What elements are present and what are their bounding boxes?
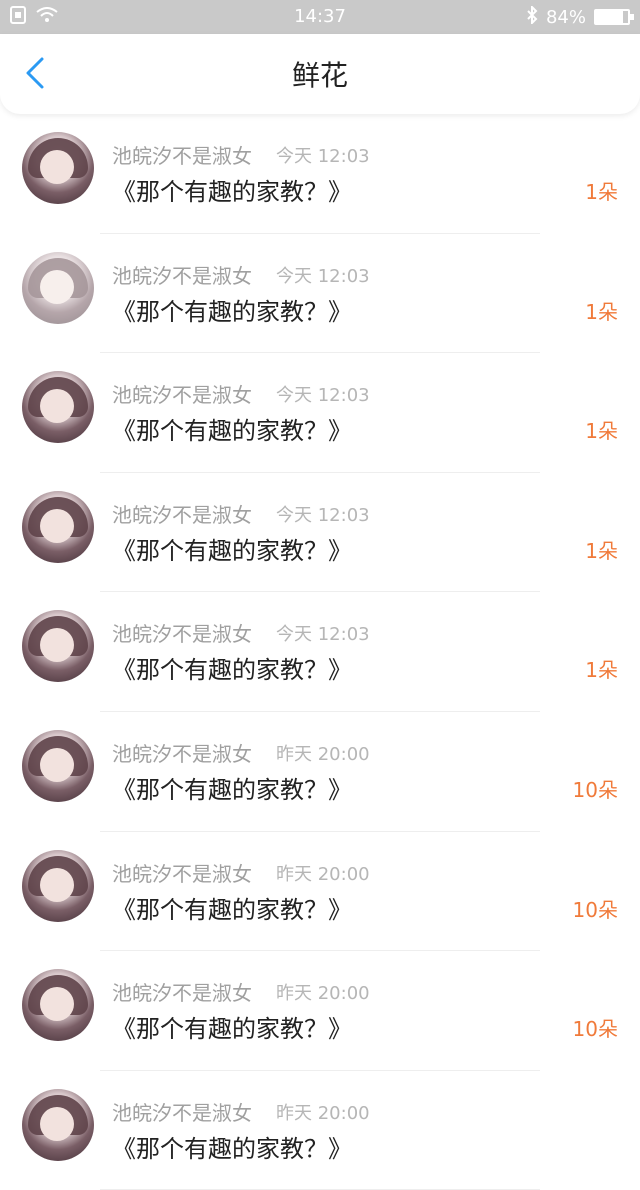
flower-count: 10朵 (572, 897, 618, 922)
send-time: 今天 12:03 (276, 146, 370, 167)
book-title: 《那个有趣的家教？》 (112, 1134, 352, 1163)
sender-name: 池皖汐不是淑女 (112, 144, 252, 168)
send-time: 今天 12:03 (276, 624, 370, 646)
list-item[interactable]: 池皖汐不是淑女 昨天 20:00 《那个有趣的家教？》 (0, 1071, 640, 1190)
sender-name: 池皖汐不是淑女 (112, 861, 252, 886)
avatar[interactable] (22, 132, 94, 204)
flower-count: 1朵 (585, 180, 618, 204)
book-title: 《那个有趣的家教？》 (112, 775, 352, 804)
page-title: 鲜花 (291, 59, 348, 92)
flower-count: 1朵 (585, 419, 618, 444)
flower-count: 1朵 (585, 658, 618, 683)
book-title: 《那个有趣的家教？》 (112, 895, 352, 924)
list-item[interactable]: 池皖汐不是淑女 昨天 20:00 《那个有趣的家教？》 10朵 (0, 951, 640, 1071)
list-item[interactable]: 池皖汐不是淑女 昨天 20:00 《那个有趣的家教？》 10朵 (0, 832, 640, 952)
avatar[interactable] (22, 729, 94, 802)
sender-name: 池皖汐不是淑女 (112, 981, 252, 1006)
status-bar: 14:37 84% (0, 0, 640, 34)
book-title: 《那个有趣的家教？》 (112, 1015, 352, 1044)
flower-count: 1朵 (585, 299, 618, 324)
send-time: 今天 12:03 (276, 385, 370, 407)
battery-level (596, 11, 623, 23)
back-button[interactable] (18, 56, 52, 94)
send-time: 昨天 20:00 (276, 983, 370, 1005)
avatar[interactable] (22, 610, 94, 683)
avatar[interactable] (22, 1088, 94, 1161)
avatar[interactable] (22, 251, 94, 324)
navigation-bar: 鲜花 (0, 34, 640, 114)
send-time: 今天 12:03 (276, 504, 370, 526)
list-item[interactable]: 池皖汐不是淑女 昨天 20:00 《那个有趣的家教？》 10朵 (0, 712, 640, 832)
battery-icon (594, 9, 634, 25)
book-title: 《那个有趣的家教？》 (112, 417, 352, 446)
avatar[interactable] (22, 490, 94, 563)
send-time: 今天 12:03 (276, 265, 370, 287)
send-time: 昨天 20:00 (276, 743, 370, 765)
avatar[interactable] (22, 969, 94, 1042)
flower-record-list[interactable]: 池皖汐不是淑女 今天 12:03 《那个有趣的家教？》 1朵 池皖汐不是淑女 今… (0, 114, 640, 1190)
book-title: 《那个有趣的家教？》 (112, 656, 352, 685)
flower-count: 10朵 (572, 1017, 618, 1042)
status-time: 14:37 (294, 6, 346, 27)
list-item[interactable]: 池皖汐不是淑女 今天 12:03 《那个有趣的家教？》 1朵 (0, 592, 640, 712)
sender-name: 池皖汐不是淑女 (112, 383, 252, 408)
sender-name: 池皖汐不是淑女 (112, 502, 252, 527)
sender-name: 池皖汐不是淑女 (112, 1100, 252, 1125)
book-title: 《那个有趣的家教？》 (112, 178, 352, 206)
list-item[interactable]: 池皖汐不是淑女 今天 12:03 《那个有趣的家教？》 1朵 (0, 234, 640, 354)
flower-count: 1朵 (585, 538, 618, 563)
list-item[interactable]: 池皖汐不是淑女 今天 12:03 《那个有趣的家教？》 1朵 (0, 114, 640, 234)
sender-name: 池皖汐不是淑女 (112, 263, 252, 288)
avatar[interactable] (22, 849, 94, 922)
list-item[interactable]: 池皖汐不是淑女 今天 12:03 《那个有趣的家教？》 1朵 (0, 473, 640, 593)
send-time: 昨天 20:00 (276, 863, 370, 885)
chevron-left-icon (24, 56, 46, 94)
sender-name: 池皖汐不是淑女 (112, 622, 252, 647)
flower-count: 10朵 (572, 777, 618, 802)
sender-name: 池皖汐不是淑女 (112, 741, 252, 766)
list-item[interactable]: 池皖汐不是淑女 今天 12:03 《那个有趣的家教？》 1朵 (0, 353, 640, 473)
send-time: 昨天 20:00 (276, 1102, 370, 1124)
book-title: 《那个有趣的家教？》 (112, 297, 352, 326)
book-title: 《那个有趣的家教？》 (112, 536, 352, 565)
avatar[interactable] (22, 371, 94, 444)
